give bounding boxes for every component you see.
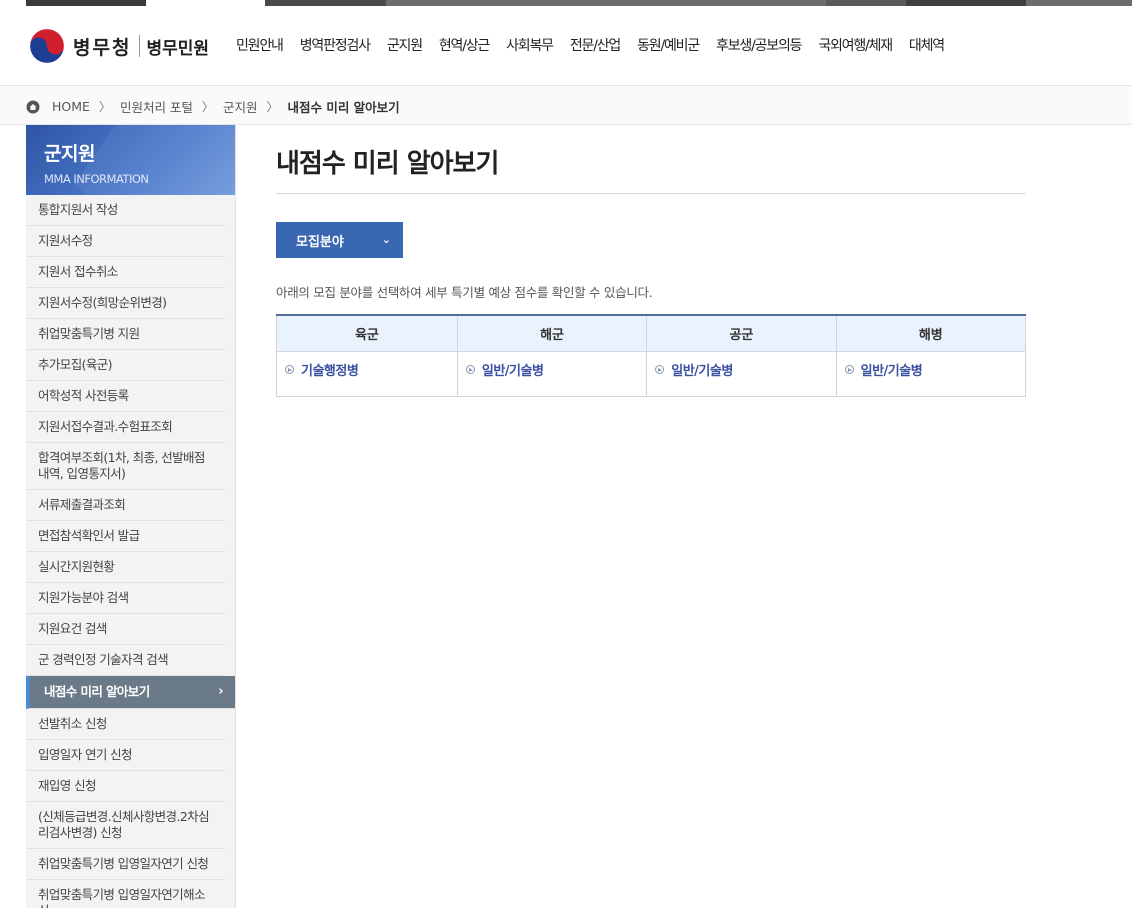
column-header-army: 육군 bbox=[276, 314, 458, 352]
chevron-down-icon: ⌄ bbox=[381, 233, 391, 246]
link-label: 일반/기술병 bbox=[481, 364, 544, 379]
sidebar-item[interactable]: 취업맞춤특기병 지원 bbox=[26, 319, 225, 350]
bullet-arrow-icon bbox=[285, 365, 294, 374]
page-title: 내점수 미리 알아보기 bbox=[276, 143, 1026, 194]
sidebar-item[interactable]: 지원가능분야 검색 bbox=[26, 583, 225, 614]
bullet-arrow-icon bbox=[844, 365, 854, 374]
nav-item-alternative-service[interactable]: 대체역 bbox=[909, 35, 945, 55]
nav-item-candidates[interactable]: 후보생/공보의등 bbox=[716, 35, 802, 55]
table-cell: 기술행정병 bbox=[276, 351, 458, 397]
column-header-navy: 해군 bbox=[456, 314, 648, 352]
breadcrumb-bar: HOME 〉 민원처리 포털 〉 군지원 〉 내점수 미리 알아보기 bbox=[0, 86, 1132, 125]
table-cell: 일반/기술병 bbox=[835, 351, 1027, 397]
sidebar-item[interactable]: 어학성적 사전등록 bbox=[26, 381, 225, 412]
logo-text: 병무청 bbox=[73, 36, 132, 59]
sidebar-item[interactable]: 지원서수정 bbox=[26, 226, 225, 257]
chevron-right-icon: 〉 bbox=[98, 100, 111, 114]
description-text: 아래의 모집 분야를 선택하여 세부 특기별 예상 점수를 확인할 수 있습니다… bbox=[276, 285, 653, 300]
sidebar-item[interactable]: 지원서수정(희망순위변경) bbox=[26, 288, 225, 319]
sidebar-item[interactable]: 취업맞춤특기병 입영일자연기 신청 bbox=[26, 849, 225, 880]
link-label: 일반/기술병 bbox=[671, 364, 733, 379]
logo-divider bbox=[139, 35, 141, 57]
bullet-arrow-icon bbox=[655, 365, 665, 374]
link-label: 일반/기술병 bbox=[860, 364, 923, 379]
nav-item-physical-exam[interactable]: 병역판정검사 bbox=[300, 35, 371, 55]
sidebar-item[interactable]: 면접참석확인서 발급 bbox=[26, 521, 225, 552]
sidebar-item[interactable]: 합격여부조회(1차, 최종, 선발배점내역, 입영통지서) bbox=[26, 443, 225, 490]
sidebar-item[interactable]: 입영일자 연기 신청 bbox=[26, 740, 225, 771]
sidebar: 군지원 MMA INFORMATION 통합지원서 작성 지원서수정 지원서 접… bbox=[26, 125, 236, 908]
sidebar-item[interactable]: 추가모집(육군) bbox=[26, 350, 225, 381]
chevron-right-icon: 〉 bbox=[266, 100, 279, 114]
sidebar-menu: 통합지원서 작성 지원서수정 지원서 접수취소 지원서수정(희망순위변경) 취업… bbox=[26, 195, 235, 908]
army-link[interactable]: 기술행정병 bbox=[285, 360, 449, 379]
nav-item-military-application[interactable]: 군지원 bbox=[387, 35, 423, 55]
nav-item-overseas-travel[interactable]: 국외여행/체재 bbox=[818, 35, 893, 55]
table-cell: 일반/기술병 bbox=[646, 351, 837, 397]
main-content: 내점수 미리 알아보기 모집분야 ⌄ 아래의 모집 분야를 선택하여 세부 특기… bbox=[276, 125, 1027, 397]
site-logo[interactable]: 병무청 병무민원 bbox=[28, 28, 209, 64]
table-row: 기술행정병 일반/기술병 일반/기술병 일반/기술병 bbox=[276, 351, 1027, 397]
taegeuk-logo-icon bbox=[29, 28, 65, 64]
sidebar-item-label: 내점수 미리 알아보기 bbox=[44, 684, 150, 699]
sidebar-item[interactable]: 지원서접수결과.수험표조회 bbox=[26, 412, 225, 443]
sidebar-item[interactable]: 취업맞춤특기병 입영일자연기해소 신 bbox=[26, 880, 225, 908]
sidebar-subtitle: MMA INFORMATION bbox=[44, 172, 149, 186]
table-header-row: 육군 해군 공군 해병 bbox=[276, 314, 1027, 352]
column-header-marines: 해병 bbox=[835, 314, 1027, 352]
breadcrumb-item[interactable]: 민원처리 포털 bbox=[120, 97, 193, 116]
sidebar-item[interactable]: 재입영 신청 bbox=[26, 771, 225, 802]
link-label: 기술행정병 bbox=[301, 364, 359, 379]
breadcrumb-item[interactable]: 군지원 bbox=[223, 97, 258, 116]
sidebar-item[interactable]: 통합지원서 작성 bbox=[26, 195, 225, 226]
nav-item-professional-industrial[interactable]: 전문/산업 bbox=[570, 35, 621, 55]
table-cell: 일반/기술병 bbox=[456, 351, 648, 397]
breadcrumb: HOME 〉 민원처리 포털 〉 군지원 〉 내점수 미리 알아보기 bbox=[26, 97, 400, 116]
sidebar-item[interactable]: 서류제출결과조회 bbox=[26, 490, 225, 521]
home-icon[interactable] bbox=[26, 100, 40, 114]
sidebar-item[interactable]: 선발취소 신청 bbox=[26, 709, 225, 740]
sidebar-item[interactable]: 지원서 접수취소 bbox=[26, 257, 225, 288]
branch-table: 육군 해군 공군 해병 기술행정병 일반/기술병 일반/기술병 일반/기술병 bbox=[276, 313, 1027, 397]
sidebar-title: 군지원 bbox=[44, 143, 95, 165]
sidebar-item-active[interactable]: 내점수 미리 알아보기 › bbox=[26, 676, 235, 709]
breadcrumb-home[interactable]: HOME bbox=[52, 99, 90, 114]
logo-subtitle: 병무민원 bbox=[146, 38, 210, 59]
sidebar-item[interactable]: 군 경력인정 기술자격 검색 bbox=[26, 645, 225, 676]
navy-link[interactable]: 일반/기술병 bbox=[465, 360, 638, 379]
nav-item-social-service[interactable]: 사회복무 bbox=[506, 35, 554, 55]
nav-item-active-duty[interactable]: 현역/상근 bbox=[439, 35, 490, 55]
chevron-right-icon: › bbox=[218, 684, 223, 699]
sidebar-item[interactable]: 실시간지원현황 bbox=[26, 552, 225, 583]
breadcrumb-current: 내점수 미리 알아보기 bbox=[287, 100, 400, 115]
sidebar-header: 군지원 MMA INFORMATION bbox=[26, 125, 235, 195]
marines-link[interactable]: 일반/기술병 bbox=[844, 360, 1017, 379]
recruitment-field-dropdown[interactable]: 모집분야 ⌄ bbox=[276, 222, 403, 258]
dropdown-label: 모집분야 bbox=[296, 234, 344, 250]
sidebar-item[interactable]: 지원요건 검색 bbox=[26, 614, 225, 645]
nav-item-civil-guide[interactable]: 민원안내 bbox=[236, 35, 284, 55]
nav-item-reserve[interactable]: 동원/예비군 bbox=[637, 35, 700, 55]
chevron-right-icon: 〉 bbox=[201, 100, 214, 114]
sidebar-item[interactable]: (신체등급변경.신체사항변경.2차심리검사변경) 신청 bbox=[26, 802, 225, 849]
site-header: 병무청 병무민원 민원안내 병역판정검사 군지원 현역/상근 사회복무 전문/산… bbox=[0, 6, 1132, 86]
main-nav: 민원안내 병역판정검사 군지원 현역/상근 사회복무 전문/산업 동원/예비군 … bbox=[236, 30, 961, 60]
airforce-link[interactable]: 일반/기술병 bbox=[655, 360, 827, 379]
bullet-arrow-icon bbox=[465, 365, 475, 374]
column-header-airforce: 공군 bbox=[646, 314, 837, 352]
